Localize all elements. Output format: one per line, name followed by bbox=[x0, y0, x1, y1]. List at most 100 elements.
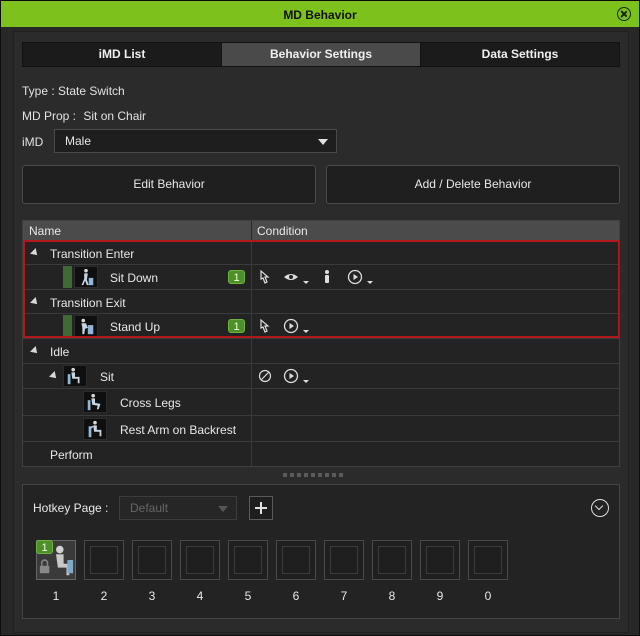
hotkey-page-select[interactable]: Default bbox=[119, 496, 237, 520]
hotkey-slot-2[interactable] bbox=[84, 540, 124, 580]
title-bar[interactable]: MD Behavior bbox=[1, 1, 639, 27]
hotkey-panel: Hotkey Page : Default 1 1 2 3 4 5 6 7 8 … bbox=[22, 484, 620, 619]
slot-number: 8 bbox=[388, 589, 396, 603]
add-delete-behavior-button[interactable]: Add / Delete Behavior bbox=[326, 165, 620, 204]
hotkey-slot-0[interactable] bbox=[468, 540, 508, 580]
condition-icons bbox=[257, 368, 319, 384]
chevron-down-icon[interactable] bbox=[303, 280, 309, 284]
type-info: Type : State Switch bbox=[22, 84, 125, 98]
play-icon[interactable] bbox=[283, 318, 299, 334]
hotkey-slot-9[interactable] bbox=[420, 540, 460, 580]
count-badge: 1 bbox=[228, 319, 245, 333]
hotkey-slot-7[interactable] bbox=[324, 540, 364, 580]
slot-number: 2 bbox=[100, 589, 108, 603]
imd-label: iMD bbox=[22, 135, 44, 149]
behavior-panel: iMD List Behavior Settings Data Settings… bbox=[13, 31, 629, 633]
hotkey-slot-8[interactable] bbox=[372, 540, 412, 580]
close-icon[interactable] bbox=[617, 7, 631, 21]
slot-number: 4 bbox=[196, 589, 204, 603]
hotkey-page-value: Default bbox=[130, 501, 169, 515]
type-value: State Switch bbox=[58, 84, 125, 98]
chevron-down-icon bbox=[218, 506, 228, 512]
column-divider bbox=[251, 339, 252, 363]
slot-number: 5 bbox=[244, 589, 252, 603]
column-divider bbox=[251, 442, 252, 466]
state-color-bar bbox=[63, 315, 72, 337]
slot-number: 9 bbox=[436, 589, 444, 603]
hotkey-slot-1[interactable]: 1 bbox=[36, 540, 76, 580]
tree-row-sit-down[interactable]: Sit Down 1 bbox=[23, 265, 619, 290]
md-prop-label: MD Prop : bbox=[22, 109, 77, 123]
expand-arrow-icon[interactable] bbox=[30, 248, 40, 258]
tab-bar: iMD List Behavior Settings Data Settings bbox=[22, 42, 620, 67]
tree-row-transition-exit[interactable]: Transition Exit bbox=[23, 290, 619, 314]
expand-arrow-icon[interactable] bbox=[30, 297, 40, 307]
imd-select[interactable]: Male bbox=[54, 129, 337, 153]
column-divider bbox=[251, 364, 252, 388]
person-icon[interactable] bbox=[319, 269, 335, 285]
collapse-circle-icon[interactable] bbox=[591, 499, 609, 517]
hotkey-slot-6[interactable] bbox=[276, 540, 316, 580]
column-condition-header: Condition bbox=[257, 224, 308, 238]
hand-pointer-icon[interactable] bbox=[257, 318, 273, 334]
header-divider bbox=[251, 221, 252, 241]
row-label: Cross Legs bbox=[120, 396, 181, 410]
chevron-down-icon[interactable] bbox=[303, 379, 309, 383]
column-divider bbox=[251, 265, 252, 289]
row-label: Stand Up bbox=[110, 320, 161, 334]
tree-row-perform[interactable]: Perform bbox=[23, 442, 619, 466]
tab-behavior-settings[interactable]: Behavior Settings bbox=[222, 43, 421, 66]
chevron-down-icon[interactable] bbox=[367, 280, 373, 284]
hand-pointer-icon[interactable] bbox=[257, 269, 273, 285]
motion-thumbnail bbox=[74, 266, 98, 288]
slot-count-badge: 1 bbox=[36, 540, 53, 554]
count-badge: 1 bbox=[228, 270, 245, 284]
tree-row-transition-enter[interactable]: Transition Enter bbox=[23, 241, 619, 265]
no-icon[interactable] bbox=[257, 368, 273, 384]
chevron-down-icon[interactable] bbox=[303, 329, 309, 333]
tab-imd-list[interactable]: iMD List bbox=[23, 43, 222, 66]
tab-data-settings[interactable]: Data Settings bbox=[421, 43, 619, 66]
column-divider bbox=[251, 241, 252, 264]
row-label: Transition Enter bbox=[50, 247, 135, 261]
condition-icons bbox=[257, 269, 383, 285]
add-page-button[interactable] bbox=[249, 496, 273, 520]
expand-arrow-icon[interactable] bbox=[49, 371, 59, 381]
row-label: Transition Exit bbox=[50, 296, 126, 310]
tree-row-cross-legs[interactable]: Cross Legs bbox=[23, 389, 619, 416]
motion-thumbnail bbox=[83, 391, 107, 413]
slot-number: 0 bbox=[484, 589, 492, 603]
tree-row-rest-arm[interactable]: Rest Arm on Backrest bbox=[23, 416, 619, 442]
hotkey-page-label: Hotkey Page : bbox=[33, 501, 109, 515]
window-title: MD Behavior bbox=[283, 8, 357, 22]
column-divider bbox=[251, 290, 252, 313]
md-prop-info: MD Prop : Sit on Chair bbox=[22, 109, 146, 123]
column-divider bbox=[251, 314, 252, 338]
motion-thumbnail bbox=[83, 418, 107, 440]
state-color-bar bbox=[63, 266, 72, 288]
row-label: Sit Down bbox=[110, 271, 159, 285]
imd-select-value: Male bbox=[65, 134, 92, 148]
column-divider bbox=[251, 389, 252, 415]
tree-row-stand-up[interactable]: Stand Up 1 bbox=[23, 314, 619, 339]
play-icon[interactable] bbox=[283, 368, 299, 384]
hotkey-slot-4[interactable] bbox=[180, 540, 220, 580]
slot-number: 6 bbox=[292, 589, 300, 603]
eye-icon[interactable] bbox=[283, 269, 299, 285]
play-icon[interactable] bbox=[347, 269, 363, 285]
expand-arrow-icon[interactable] bbox=[30, 346, 40, 356]
tree-row-idle[interactable]: Idle bbox=[23, 339, 619, 364]
hotkey-slot-3[interactable] bbox=[132, 540, 172, 580]
slot-number: 3 bbox=[148, 589, 156, 603]
row-label: Sit bbox=[100, 370, 115, 384]
hotkey-slot-5[interactable] bbox=[228, 540, 268, 580]
column-divider bbox=[251, 416, 252, 441]
md-prop-value: Sit on Chair bbox=[83, 109, 147, 123]
chevron-down-icon bbox=[318, 139, 328, 145]
behavior-tree: Name Condition Transition Enter Sit Down… bbox=[22, 220, 620, 467]
resize-grip[interactable] bbox=[283, 473, 343, 477]
row-label: Rest Arm on Backrest bbox=[120, 423, 237, 437]
type-label: Type : bbox=[22, 84, 55, 98]
tree-row-sit[interactable]: Sit bbox=[23, 364, 619, 389]
edit-behavior-button[interactable]: Edit Behavior bbox=[22, 165, 316, 204]
